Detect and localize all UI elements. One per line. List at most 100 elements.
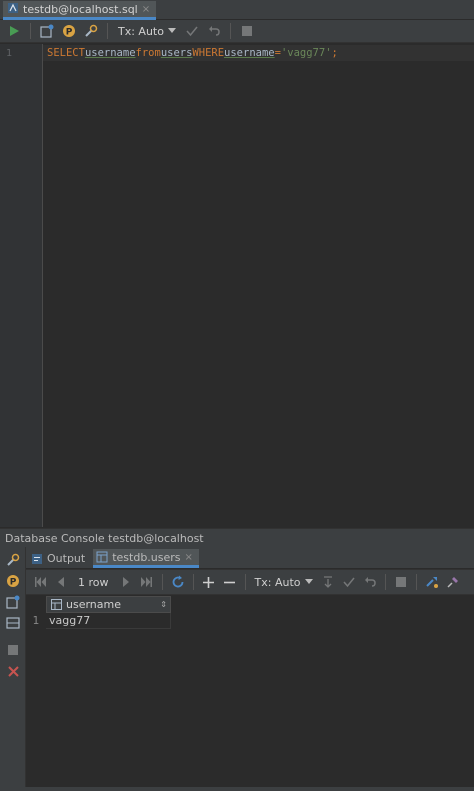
- tab-testdb-users[interactable]: testdb.users ×: [93, 549, 199, 568]
- row-number: 1: [32, 615, 40, 627]
- tab-label: Output: [47, 552, 86, 565]
- toolbar-separator: [384, 574, 386, 590]
- pin-button[interactable]: [443, 572, 463, 592]
- run-button[interactable]: [4, 21, 24, 41]
- database-console-header: Database Console testdb@localhost: [0, 528, 474, 547]
- play-icon: [10, 26, 19, 36]
- stop-button[interactable]: [237, 21, 257, 41]
- toolbar-separator: [30, 23, 31, 39]
- keyword-select: SELECT: [47, 47, 85, 59]
- svg-text:P: P: [66, 28, 73, 38]
- undo-icon: [364, 577, 376, 587]
- toolbar-separator: [161, 574, 163, 590]
- table-cell[interactable]: vagg77: [46, 613, 171, 629]
- sql-editor[interactable]: 1 SELECT username from users WHERE usern…: [0, 44, 474, 527]
- toolbar-separator: [107, 23, 108, 39]
- tx-mode-dropdown[interactable]: Tx: Auto: [251, 576, 317, 589]
- tab-output[interactable]: Output: [28, 549, 91, 568]
- tab-label: testdb@localhost.sql: [23, 2, 138, 16]
- next-page-button[interactable]: [116, 572, 136, 592]
- console-tabs: Output testdb.users ×: [26, 547, 474, 568]
- chevron-down-icon: [167, 28, 176, 33]
- commit-button[interactable]: [182, 21, 202, 41]
- toolbar-separator: [192, 574, 194, 590]
- close-icon[interactable]: ×: [142, 4, 150, 15]
- stop-button[interactable]: [391, 572, 411, 592]
- sql-file-icon: [7, 2, 19, 17]
- layout-button[interactable]: [3, 613, 23, 633]
- refresh-icon: [172, 575, 183, 588]
- panel-title: Database Console testdb@localhost: [5, 531, 204, 545]
- first-page-button[interactable]: [30, 572, 50, 592]
- parameters-button[interactable]: P: [59, 21, 79, 41]
- column-icon: [51, 599, 62, 610]
- close-icon[interactable]: ×: [185, 552, 193, 563]
- previous-icon: [58, 577, 64, 587]
- toolbar-separator: [229, 23, 231, 39]
- horizontal-scrollbar[interactable]: [0, 787, 474, 791]
- delete-row-button[interactable]: [220, 572, 240, 592]
- result-grid[interactable]: username ⇕ 1 vagg77: [26, 596, 474, 791]
- stop-button[interactable]: [3, 640, 23, 660]
- toolbar-separator: [415, 574, 417, 590]
- table-identifier: users: [160, 47, 193, 59]
- undo-icon: [208, 26, 220, 36]
- line-number: 1: [6, 48, 13, 59]
- rollback-button[interactable]: [204, 21, 224, 41]
- toolbar-separator: [244, 574, 246, 590]
- submit-icon: [323, 576, 332, 588]
- stop-icon: [241, 26, 252, 36]
- console-settings-icon: [40, 24, 54, 38]
- column-identifier: username: [84, 47, 136, 59]
- semicolon: ;: [331, 47, 338, 59]
- tab-label: testdb.users: [112, 550, 181, 564]
- tx-mode-dropdown[interactable]: Tx: Auto: [114, 25, 180, 38]
- keyword-where: WHERE: [192, 47, 225, 59]
- tx-mode-label: Tx: Auto: [118, 24, 164, 38]
- submit-button[interactable]: [318, 572, 338, 592]
- compare-button[interactable]: [422, 572, 442, 592]
- refresh-button[interactable]: [168, 572, 188, 592]
- tab-testdb-sql[interactable]: testdb@localhost.sql ×: [3, 1, 157, 20]
- keyword-from: from: [135, 47, 161, 59]
- editor-tab-bar: testdb@localhost.sql ×: [0, 0, 474, 20]
- compare-icon: [425, 577, 438, 588]
- close-icon: [7, 665, 19, 677]
- last-page-button[interactable]: [137, 572, 157, 592]
- string-literal: 'vagg77': [280, 47, 332, 59]
- check-icon: [342, 577, 355, 588]
- wrench-icon: [7, 553, 20, 566]
- console-settings-button[interactable]: [3, 592, 23, 612]
- row-count: 1 row: [78, 575, 109, 589]
- previous-page-button[interactable]: [51, 572, 71, 592]
- add-row-button[interactable]: [199, 572, 219, 592]
- column-header-username[interactable]: username ⇕: [46, 596, 171, 613]
- commit-button[interactable]: [339, 572, 359, 592]
- code-line[interactable]: SELECT username from users WHERE usernam…: [43, 45, 474, 61]
- settings-button[interactable]: [37, 21, 57, 41]
- console-side-toolbar: P: [0, 547, 26, 791]
- column-header-label: username: [66, 598, 121, 611]
- console-settings-icon: [6, 595, 20, 609]
- schema-button[interactable]: [81, 21, 101, 41]
- editor-toolbar: P Tx: Auto: [0, 20, 474, 43]
- table-icon: [96, 551, 108, 563]
- stop-icon: [395, 577, 406, 587]
- sort-icon[interactable]: ⇕: [160, 600, 167, 609]
- rollback-button[interactable]: [360, 572, 380, 592]
- line-gutter: 1: [0, 44, 43, 527]
- parameters-button[interactable]: P: [3, 571, 23, 591]
- svg-text:P: P: [10, 578, 17, 588]
- results-toolbar: 1 row Tx: Auto: [26, 569, 474, 595]
- wrench-icon: [85, 24, 98, 37]
- minus-icon: [224, 581, 236, 583]
- parameter-icon: P: [7, 575, 19, 588]
- first-page-icon: [34, 577, 46, 587]
- tx-mode-label: Tx: Auto: [254, 575, 301, 589]
- last-page-icon: [141, 577, 153, 587]
- close-console-button[interactable]: [3, 661, 23, 681]
- layout-icon: [6, 617, 20, 629]
- schema-button[interactable]: [3, 550, 23, 570]
- pin-icon: [446, 577, 458, 588]
- condition-column: username: [224, 47, 275, 59]
